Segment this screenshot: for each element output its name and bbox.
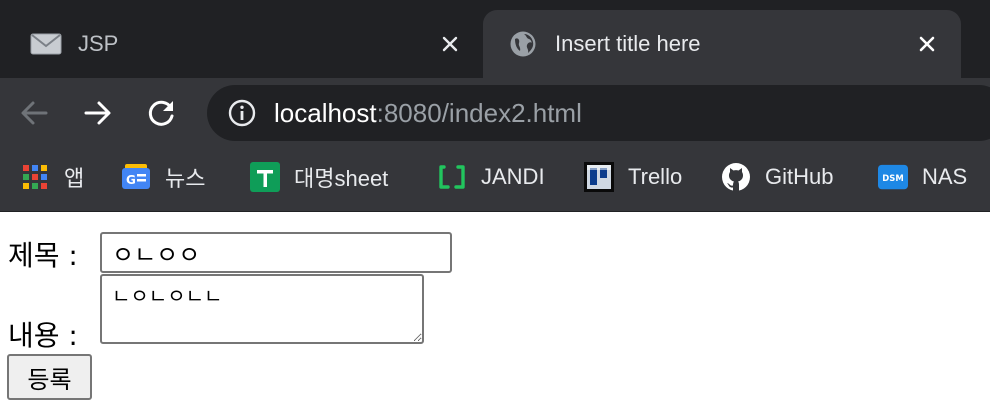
bookmark-github[interactable]: GitHub [721,160,833,194]
url-text: localhost:8080/index2.html [274,98,582,129]
submit-button[interactable]: 등록 [7,354,92,400]
tab-strip: JSP Insert title here [0,0,990,78]
back-arrow-icon[interactable] [16,95,52,131]
tab-title: Insert title here [555,31,701,56]
sheets-icon [250,162,280,192]
tab-title: JSP [78,31,119,56]
title-label: 제목 : [8,239,78,272]
url-path: :8080/index2.html [376,97,582,128]
info-icon[interactable] [227,98,257,128]
bookmark-nas[interactable]: DSM NAS [878,160,967,194]
bookmark-news[interactable]: G 뉴스 [121,160,205,194]
forward-arrow-icon[interactable] [80,95,116,131]
reload-icon[interactable] [144,95,180,131]
apps-grid-icon [20,162,50,192]
dsm-icon-text: DSM [882,173,903,183]
bookmarks-bar: 앱 G 뉴스 대명sheet JANDI Trello GitHub DSM N… [0,148,990,212]
toolbar: localhost:8080/index2.html [0,78,990,148]
dsm-icon: DSM [878,162,908,192]
github-icon [721,162,751,192]
bookmark-label: 앱 [64,166,85,191]
tab-strip-edge [965,10,990,70]
bookmark-apps[interactable]: 앱 [20,160,84,194]
jandi-icon [437,162,467,192]
bookmark-label: Trello [628,164,683,189]
bookmark-jandi[interactable]: JANDI [437,160,545,194]
mail-icon [30,28,62,60]
browser-window: JSP Insert title here localhost:8080/ind… [0,0,990,418]
bookmark-label: 뉴스 [165,166,206,191]
url-host: localhost [274,97,377,128]
google-news-icon: G [121,162,151,192]
bookmark-label: JANDI [481,164,545,189]
globe-icon [507,28,539,60]
title-input[interactable] [100,232,452,273]
svg-text:G: G [126,173,136,187]
address-bar[interactable]: localhost:8080/index2.html [207,85,990,141]
content-label: 내용 : [8,319,78,352]
trello-icon [584,162,614,192]
tab-jsp[interactable]: JSP [0,10,480,78]
close-icon[interactable] [438,32,462,56]
bookmark-label: GitHub [765,164,834,189]
close-icon[interactable] [915,32,939,56]
tab-insert-title[interactable]: Insert title here [483,10,961,78]
content-textarea[interactable]: ㄴㅇㄴㅇㄴㄴ [100,274,424,344]
bookmark-label: NAS [922,164,968,189]
page-content: 제목 : 내용 : ㄴㅇㄴㅇㄴㄴ 등록 [0,212,990,418]
bookmark-sheet[interactable]: 대명sheet [250,160,388,194]
bookmark-label: 대명sheet [294,166,389,191]
bookmark-trello[interactable]: Trello [584,160,682,194]
